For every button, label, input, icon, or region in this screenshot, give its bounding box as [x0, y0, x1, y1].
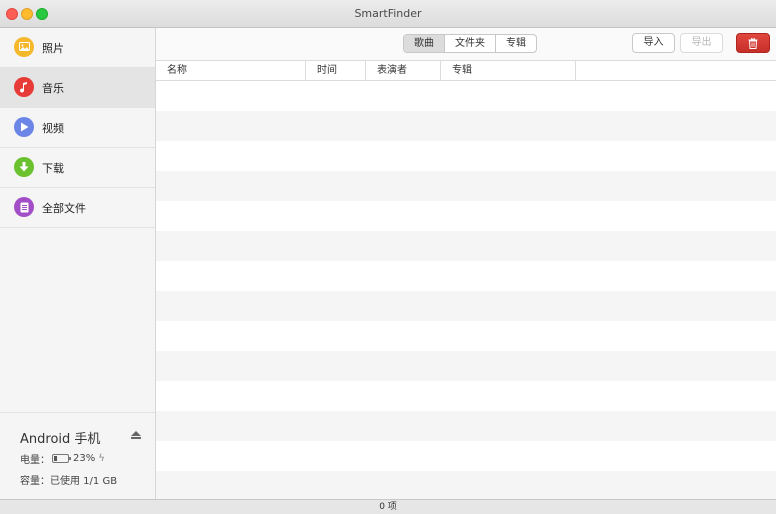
column-header-album[interactable]: 专辑 [441, 61, 576, 80]
table-header: 名称 时间 表演者 专辑 [156, 60, 776, 81]
device-panel: Android 手机 电量： 23% ϟ 容量：已使用 1/1 GB [0, 412, 155, 499]
column-header-extra [576, 61, 776, 80]
storage-capacity: 容量：已使用 1/1 GB [20, 476, 118, 487]
battery-label: 电量： [20, 455, 50, 466]
table-row[interactable] [156, 291, 776, 321]
sidebar-item-label: 照片 [42, 42, 64, 55]
charging-bolt-icon: ϟ [98, 453, 105, 464]
import-button[interactable]: 导入 [632, 33, 675, 53]
table-row[interactable] [156, 471, 776, 499]
sidebar-item-downloads[interactable]: 下载 [0, 148, 155, 188]
toolbar: 歌曲 文件夹 专辑 导入 导出 [156, 28, 776, 60]
table-row[interactable] [156, 111, 776, 141]
play-icon [14, 117, 34, 137]
document-icon [14, 197, 34, 217]
sidebar-item-label: 视频 [42, 122, 64, 135]
table-row[interactable] [156, 201, 776, 231]
download-icon [14, 157, 34, 177]
status-bar: 0 项 [0, 499, 776, 514]
battery-status: 电量： 23% ϟ [20, 451, 105, 466]
table-row[interactable] [156, 141, 776, 171]
eject-icon[interactable] [131, 431, 141, 440]
tab-albums[interactable]: 专辑 [496, 35, 536, 52]
view-segmented-control: 歌曲 文件夹 专辑 [403, 34, 537, 53]
battery-percent: 23% [73, 453, 96, 464]
sidebar-item-photos[interactable]: 照片 [0, 28, 155, 68]
trash-icon [748, 37, 758, 49]
item-count: 0 项 [379, 502, 397, 512]
tab-folders[interactable]: 文件夹 [445, 35, 496, 52]
table-row[interactable] [156, 381, 776, 411]
sidebar-item-label: 全部文件 [42, 202, 86, 215]
sidebar-item-videos[interactable]: 视频 [0, 108, 155, 148]
photo-icon [14, 37, 34, 57]
sidebar: 照片 音乐 视频 下载 全部文件 Android 手机 电量： 23% ϟ 容量… [0, 28, 156, 499]
column-header-name[interactable]: 名称 [156, 61, 306, 80]
table-row[interactable] [156, 351, 776, 381]
table-row[interactable] [156, 81, 776, 111]
sidebar-item-label: 下载 [42, 162, 64, 175]
tab-songs[interactable]: 歌曲 [404, 35, 445, 52]
sidebar-item-music[interactable]: 音乐 [0, 68, 155, 108]
column-header-time[interactable]: 时间 [306, 61, 366, 80]
column-header-artist[interactable]: 表演者 [366, 61, 441, 80]
table-row[interactable] [156, 321, 776, 351]
table-row[interactable] [156, 411, 776, 441]
table-row[interactable] [156, 261, 776, 291]
music-note-icon [14, 77, 34, 97]
sidebar-item-label: 音乐 [42, 82, 64, 95]
songs-table: 名称 时间 表演者 专辑 [156, 60, 776, 499]
battery-icon [52, 454, 71, 463]
delete-button[interactable] [736, 33, 770, 53]
table-row[interactable] [156, 441, 776, 471]
export-button[interactable]: 导出 [680, 33, 723, 53]
table-row[interactable] [156, 171, 776, 201]
sidebar-item-all-files[interactable]: 全部文件 [0, 188, 155, 228]
window-title: SmartFinder [354, 7, 422, 20]
table-row[interactable] [156, 231, 776, 261]
title-bar: SmartFinder [0, 0, 776, 28]
device-name: Android 手机 [20, 432, 101, 447]
